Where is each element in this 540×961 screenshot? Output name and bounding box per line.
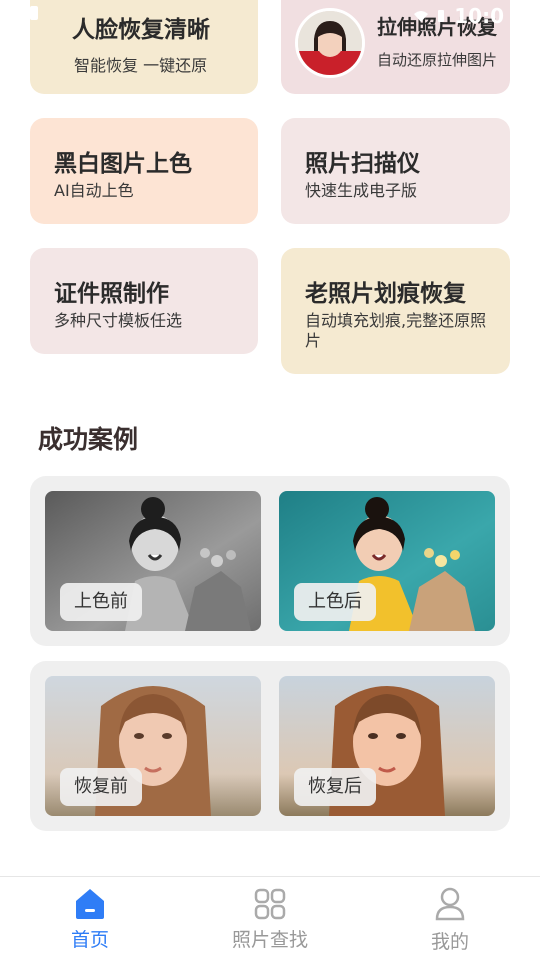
tab-label: 我的 xyxy=(430,931,469,953)
tab-photo-search[interactable]: 照片查找 xyxy=(180,877,360,961)
feature-subtitle: 自动填充划痕,完整还原照片 xyxy=(305,311,487,350)
tab-label: 首页 xyxy=(70,929,109,951)
tab-mine[interactable]: 我的 xyxy=(360,877,540,961)
feature-card-face-restore[interactable]: 人脸恢复清晰 智能恢复 一键还原 xyxy=(30,0,258,94)
feature-title: 黑白图片上色 xyxy=(54,151,192,177)
feature-card-photo-scanner[interactable]: 照片扫描仪 快速生成电子版 xyxy=(281,118,510,224)
status-time: 10:0 xyxy=(454,4,504,28)
feature-card-id-photo[interactable]: 证件照制作 多种尺寸模板任选 xyxy=(30,248,258,354)
section-title-cases: 成功案例 xyxy=(38,425,139,454)
bottom-tab-bar: 首页 照片查找 我的 xyxy=(0,876,540,961)
user-icon xyxy=(435,887,465,921)
feature-subtitle: 智能恢复 一键还原 xyxy=(74,56,208,75)
case-tag-before: 恢复前 xyxy=(60,768,142,806)
status-bar: 10:0 xyxy=(414,4,504,28)
feature-subtitle: 快速生成电子版 xyxy=(305,181,418,200)
status-indicator-icon xyxy=(30,6,38,20)
feature-card-scratch-repair[interactable]: 老照片划痕恢复 自动填充划痕,完整还原照片 xyxy=(281,248,510,374)
tab-home[interactable]: 首页 xyxy=(0,877,180,961)
case-tag-after: 恢复后 xyxy=(294,768,376,806)
case-image-after[interactable]: 上色后 xyxy=(279,491,495,631)
home-icon xyxy=(76,889,104,919)
feature-subtitle: AI自动上色 xyxy=(54,181,134,200)
wifi-icon xyxy=(414,11,429,22)
case-tag-before: 上色前 xyxy=(60,583,142,621)
stretch-sample-avatar xyxy=(295,8,365,78)
feature-title: 照片扫描仪 xyxy=(305,151,420,177)
case-panel-restore: 恢复前 恢复后 xyxy=(30,661,510,831)
tab-label: 照片查找 xyxy=(231,929,308,951)
feature-subtitle: 多种尺寸模板任选 xyxy=(54,311,183,330)
case-image-before[interactable]: 恢复前 xyxy=(45,676,261,816)
case-image-after[interactable]: 恢复后 xyxy=(279,676,495,816)
feature-subtitle: 自动还原拉伸图片 xyxy=(377,51,498,69)
case-tag-after: 上色后 xyxy=(294,583,376,621)
feature-card-colorize[interactable]: 黑白图片上色 AI自动上色 xyxy=(30,118,258,224)
grid-icon xyxy=(254,888,286,920)
feature-title: 证件照制作 xyxy=(54,281,169,307)
battery-icon xyxy=(438,10,445,22)
feature-title: 人脸恢复清晰 xyxy=(72,17,210,43)
case-panel-colorize: 上色前 上色后 xyxy=(30,476,510,646)
case-image-before[interactable]: 上色前 xyxy=(45,491,261,631)
feature-title: 老照片划痕恢复 xyxy=(305,281,466,307)
